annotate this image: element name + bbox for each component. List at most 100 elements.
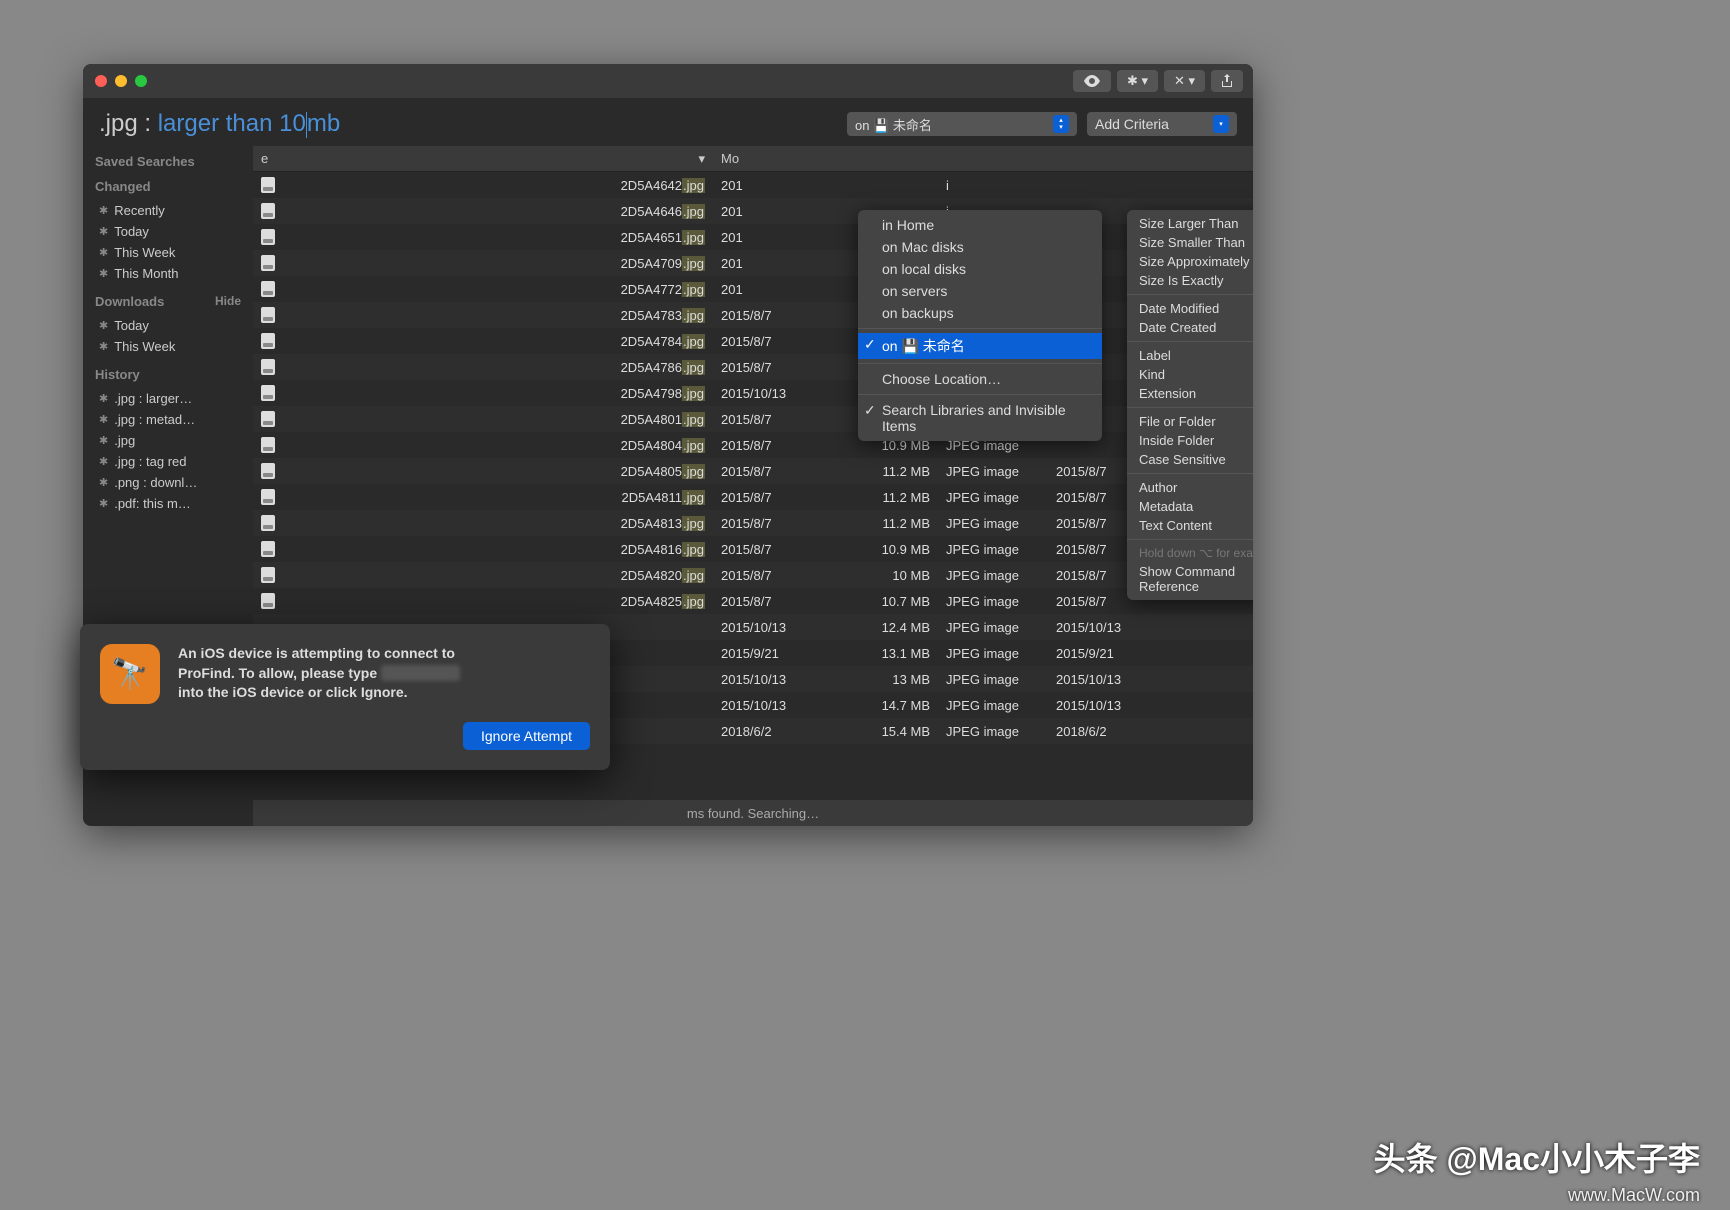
share-button[interactable]: [1211, 70, 1243, 92]
sidebar-item-history[interactable]: ✱.jpg: [95, 430, 241, 451]
file-icon: [261, 307, 275, 323]
connect-dialog: 🔭 An iOS device is attempting to connect…: [80, 624, 610, 770]
hide-button[interactable]: Hide: [215, 294, 241, 308]
location-select[interactable]: on 💾 未命名 ▴▾: [847, 112, 1077, 136]
location-option-selected[interactable]: ✓on 💾 未命名: [858, 333, 1102, 359]
status-bar: ms found. Searching…: [253, 800, 1253, 826]
file-icon: [261, 463, 275, 479]
sidebar-item-changed[interactable]: ✱Today: [95, 221, 241, 242]
sidebar-head-changed: Changed: [95, 179, 241, 194]
gear-icon: ✱: [99, 340, 108, 353]
sidebar-item-changed[interactable]: ✱This Month: [95, 263, 241, 284]
chevron-updown-icon: ▴▾: [1053, 115, 1069, 133]
search-invisible-toggle[interactable]: ✓Search Libraries and Invisible Items: [858, 399, 1102, 437]
minimize-button[interactable]: [115, 75, 127, 87]
search-input[interactable]: .jpg : larger than 10mb: [99, 110, 837, 138]
file-icon: [261, 281, 275, 297]
col-name[interactable]: e▾: [253, 151, 713, 167]
criteria-option[interactable]: Date Modified: [1127, 299, 1253, 318]
table-row[interactable]: 2D5A4784.jpg2015/8/710.8 MBJPEG in: [253, 328, 1253, 354]
titlebar: ✱ ▾ ✕ ▾: [83, 64, 1253, 98]
location-option[interactable]: on local disks: [858, 258, 1102, 280]
sidebar-item-downloads[interactable]: ✱Today: [95, 315, 241, 336]
gear-icon: ✱: [99, 392, 108, 405]
close-button[interactable]: [95, 75, 107, 87]
table-row[interactable]: 2D5A4642.jpg201i: [253, 172, 1253, 198]
sidebar-item-history[interactable]: ✱.jpg : larger…: [95, 388, 241, 409]
tools-button[interactable]: ✕ ▾: [1164, 70, 1205, 92]
file-icon: [261, 177, 275, 193]
criteria-option[interactable]: Label: [1127, 346, 1253, 365]
table-row[interactable]: 2D5A4783.jpg2015/8/711.2 MBJPEG in: [253, 302, 1253, 328]
table-row[interactable]: 2D5A4646.jpg201i: [253, 198, 1253, 224]
table-row[interactable]: 2D5A4811.jpg2015/8/711.2 MBJPEG image201…: [253, 484, 1253, 510]
criteria-option[interactable]: Size Larger Than: [1127, 214, 1253, 233]
sidebar-item-history[interactable]: ✱.png : downl…: [95, 472, 241, 493]
criteria-option[interactable]: Metadata: [1127, 497, 1253, 516]
choose-location[interactable]: Choose Location…: [858, 368, 1102, 390]
show-command-ref[interactable]: Show Command Reference: [1127, 562, 1253, 596]
sidebar-item-history[interactable]: ✱.jpg : metad…: [95, 409, 241, 430]
criteria-option[interactable]: Date Created: [1127, 318, 1253, 337]
location-option[interactable]: on Mac disks: [858, 236, 1102, 258]
location-option[interactable]: in Home: [858, 214, 1102, 236]
location-option[interactable]: on servers: [858, 280, 1102, 302]
location-option[interactable]: on backups: [858, 302, 1102, 324]
watermark-url: www.MacW.com: [1568, 1185, 1700, 1206]
table-row[interactable]: 2D5A4772.jpg201in: [253, 276, 1253, 302]
add-criteria-select[interactable]: Add Criteria ▾: [1087, 112, 1237, 136]
gear-icon: ✱: [99, 267, 108, 280]
watermark: 头条 @Mac小小木子李: [1374, 1134, 1700, 1180]
criteria-option[interactable]: Size Approximately: [1127, 252, 1253, 271]
sidebar-item-changed[interactable]: ✱This Week: [95, 242, 241, 263]
criteria-option[interactable]: Size Is Exactly: [1127, 271, 1253, 290]
criteria-option[interactable]: Size Smaller Than: [1127, 233, 1253, 252]
sidebar-item-downloads[interactable]: ✱This Week: [95, 336, 241, 357]
file-icon: [261, 567, 275, 583]
gear-icon: ✱: [99, 225, 108, 238]
sidebar-head-downloads: DownloadsHide: [95, 294, 241, 309]
settings-button[interactable]: ✱ ▾: [1117, 70, 1158, 92]
sidebar-item-history[interactable]: ✱.pdf: this m…: [95, 493, 241, 514]
gear-icon: ✱: [99, 476, 108, 489]
criteria-dropdown: Size Larger ThanSize Smaller ThanSize Ap…: [1127, 210, 1253, 600]
criteria-option[interactable]: Author: [1127, 478, 1253, 497]
file-icon: [261, 541, 275, 557]
table-row[interactable]: 2D5A4805.jpg2015/8/711.2 MBJPEG image201…: [253, 458, 1253, 484]
sidebar-item-changed[interactable]: ✱Recently: [95, 200, 241, 221]
traffic-lights: [95, 75, 147, 87]
gear-icon: ✱: [99, 455, 108, 468]
file-icon: [261, 515, 275, 531]
table-row[interactable]: 2D5A4820.jpg2015/8/710 MBJPEG image2015/…: [253, 562, 1253, 588]
criteria-option[interactable]: Extension: [1127, 384, 1253, 403]
criteria-option[interactable]: Text Content: [1127, 516, 1253, 535]
criteria-option[interactable]: File or Folder: [1127, 412, 1253, 431]
gear-icon: ✱: [99, 246, 108, 259]
column-headers: e▾ Mo: [253, 146, 1253, 172]
file-icon: [261, 229, 275, 245]
table-row[interactable]: 2D5A4786.jpg2015/8/710.1 MBJPEG in: [253, 354, 1253, 380]
table-row[interactable]: 2D5A4804.jpg2015/8/710.9 MBJPEG image: [253, 432, 1253, 458]
search-bar: .jpg : larger than 10mb on 💾 未命名 ▴▾ Add …: [83, 98, 1253, 146]
ignore-button[interactable]: Ignore Attempt: [463, 722, 590, 750]
criteria-option[interactable]: Kind: [1127, 365, 1253, 384]
file-icon: [261, 255, 275, 271]
table-row[interactable]: 2D5A4798.jpg2015/10/1310.5 MBJPEG in: [253, 380, 1253, 406]
preview-button[interactable]: [1073, 70, 1111, 92]
table-row[interactable]: 2D5A4816.jpg2015/8/710.9 MBJPEG image201…: [253, 536, 1253, 562]
gear-icon: ✱: [99, 434, 108, 447]
criteria-option[interactable]: Case Sensitive: [1127, 450, 1253, 469]
maximize-button[interactable]: [135, 75, 147, 87]
table-row[interactable]: 2D5A4709.jpg201in: [253, 250, 1253, 276]
col-modified[interactable]: Mo: [713, 151, 858, 166]
app-icon: 🔭: [100, 644, 160, 704]
table-row[interactable]: 2D5A4813.jpg2015/8/711.2 MBJPEG image201…: [253, 510, 1253, 536]
table-row[interactable]: 2D5A4801.jpg2015/8/710.8 MBJPEG in: [253, 406, 1253, 432]
criteria-option[interactable]: Inside Folder: [1127, 431, 1253, 450]
gear-icon: ✱: [99, 204, 108, 217]
file-icon: [261, 593, 275, 609]
table-row[interactable]: 2D5A4825.jpg2015/8/710.7 MBJPEG image201…: [253, 588, 1253, 614]
table-row[interactable]: 2D5A4651.jpg201in: [253, 224, 1253, 250]
sidebar-item-history[interactable]: ✱.jpg : tag red: [95, 451, 241, 472]
file-icon: [261, 359, 275, 375]
